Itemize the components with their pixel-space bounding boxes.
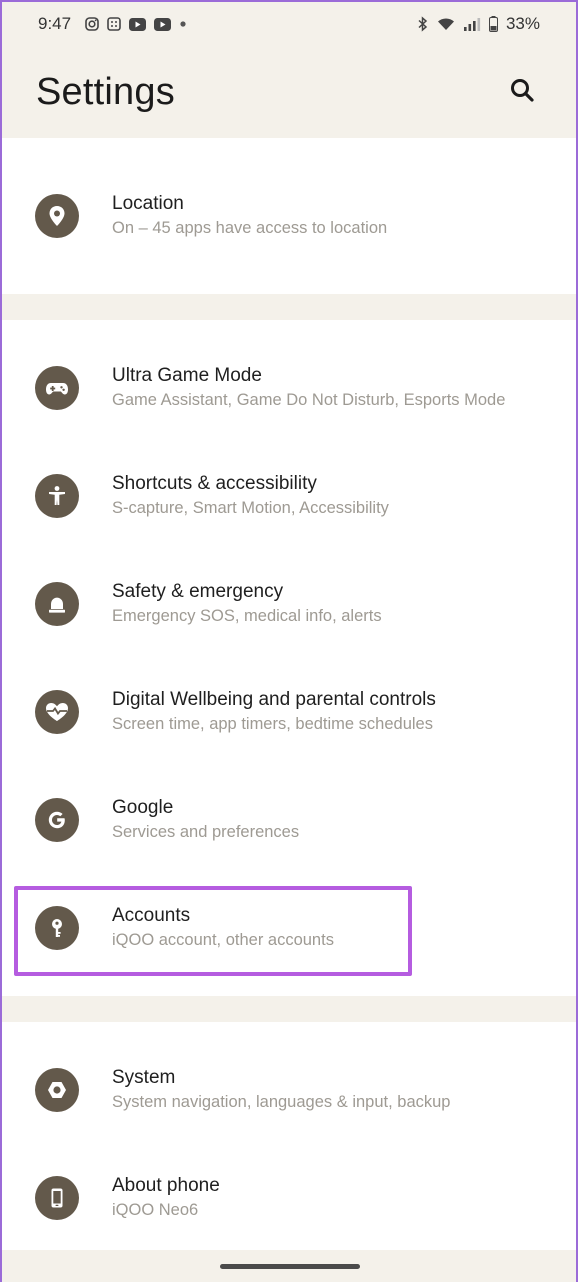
item-subtitle: System navigation, languages & input, ba… [112,1093,451,1111]
hexagon-gear-icon [35,1068,79,1112]
item-text: Shortcuts & accessibility S-capture, Sma… [112,472,556,520]
emergency-light-icon [35,582,79,626]
item-title: System [112,1067,176,1088]
status-bar: 9:47 33% [2,2,576,46]
status-bar-right: 33% [417,14,540,34]
item-subtitle: iQOO Neo6 [112,1201,199,1219]
instagram-icon [85,17,99,31]
item-title: Accounts [112,905,191,926]
accessibility-icon [35,474,79,518]
wifi-icon [437,17,455,31]
page-title: Settings [36,70,175,113]
item-title: Safety & emergency [112,581,284,602]
item-title: Location [112,193,184,214]
gamepad-icon [35,366,79,410]
battery-icon [488,16,498,32]
item-text: Accounts iQOO account, other accounts [112,904,556,952]
bluetooth-icon [417,16,429,32]
settings-item-about-phone[interactable]: About phone iQOO Neo6 [2,1144,576,1252]
battery-percent: 33% [505,14,540,33]
app-grid-icon [107,17,121,31]
signal-icon [463,17,481,32]
item-title: Digital Wellbeing and parental controls [112,689,436,710]
search-icon [509,77,535,108]
app-header: Settings [2,46,576,138]
item-title: Shortcuts & accessibility [112,473,317,494]
settings-item-accounts[interactable]: Accounts iQOO account, other accounts [2,874,576,982]
item-text: Safety & emergency Emergency SOS, medica… [112,580,556,628]
google-icon [35,798,79,842]
item-subtitle: S-capture, Smart Motion, Accessibility [112,499,389,517]
settings-group-3: System System navigation, languages & in… [2,1022,576,1250]
item-subtitle: Emergency SOS, medical info, alerts [112,607,382,625]
gesture-nav-handle[interactable] [220,1264,360,1269]
settings-item-google[interactable]: Google Services and preferences [2,766,576,874]
settings-group-2: Ultra Game Mode Game Assistant, Game Do … [2,320,576,996]
item-subtitle: Screen time, app timers, bedtime schedul… [112,715,433,733]
key-icon [35,906,79,950]
item-title: Ultra Game Mode [112,365,262,386]
item-subtitle: Game Assistant, Game Do Not Disturb, Esp… [112,391,506,409]
item-subtitle: On – 45 apps have access to location [112,219,388,237]
location-pin-icon [35,194,79,238]
status-bar-left: 9:47 [38,14,187,34]
item-text: About phone iQOO Neo6 [112,1174,556,1222]
item-text: Google Services and preferences [112,796,556,844]
settings-item-location[interactable]: Location On – 45 apps have access to loc… [2,162,576,270]
youtube-icon [129,17,147,31]
settings-item-ultra-game-mode[interactable]: Ultra Game Mode Game Assistant, Game Do … [2,334,576,442]
item-subtitle: iQOO account, other accounts [112,931,334,949]
youtube-icon [154,17,172,31]
item-title: About phone [112,1175,220,1196]
settings-item-system[interactable]: System System navigation, languages & in… [2,1036,576,1144]
settings-group-1: Location On – 45 apps have access to loc… [2,138,576,294]
item-text: Location On – 45 apps have access to loc… [112,192,556,240]
item-subtitle: Services and preferences [112,823,300,841]
heart-icon [35,690,79,734]
phone-icon [35,1176,79,1220]
item-title: Google [112,797,174,818]
item-text: Digital Wellbeing and parental controls … [112,688,556,736]
dot-icon [179,20,187,28]
status-time: 9:47 [38,14,72,33]
item-text: System System navigation, languages & in… [112,1066,556,1114]
settings-item-shortcuts-accessibility[interactable]: Shortcuts & accessibility S-capture, Sma… [2,442,576,550]
search-button[interactable] [504,74,540,110]
settings-item-safety-emergency[interactable]: Safety & emergency Emergency SOS, medica… [2,550,576,658]
item-text: Ultra Game Mode Game Assistant, Game Do … [112,364,556,412]
settings-item-digital-wellbeing[interactable]: Digital Wellbeing and parental controls … [2,658,576,766]
